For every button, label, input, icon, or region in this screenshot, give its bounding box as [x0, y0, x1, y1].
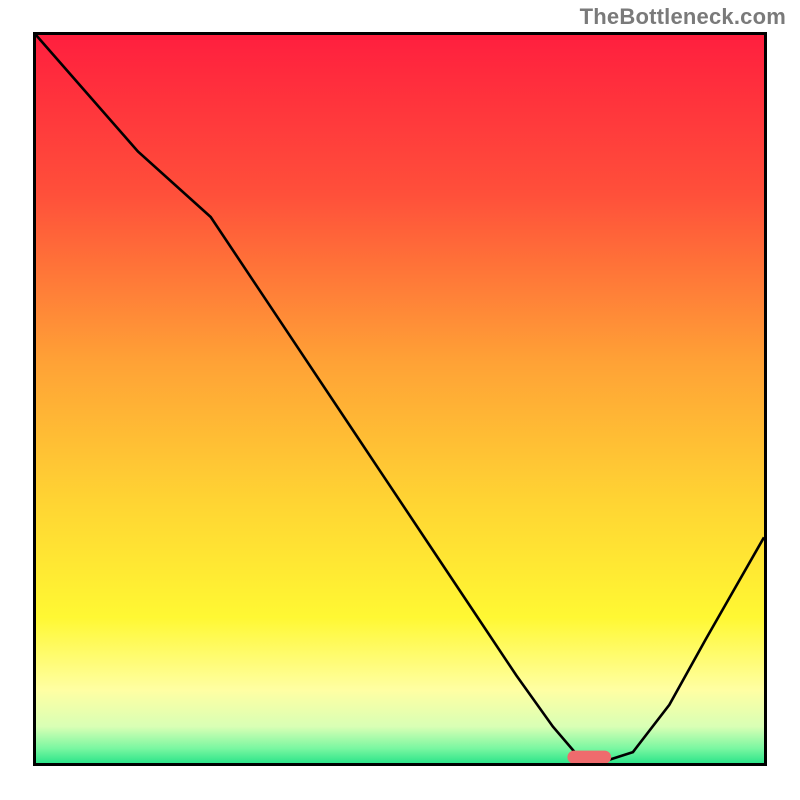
optimal-marker [567, 751, 611, 763]
gradient-background [36, 35, 764, 763]
watermark-text: TheBottleneck.com [580, 4, 786, 30]
chart-container: TheBottleneck.com [0, 0, 800, 800]
plot-area [33, 32, 767, 766]
chart-svg [36, 35, 764, 763]
